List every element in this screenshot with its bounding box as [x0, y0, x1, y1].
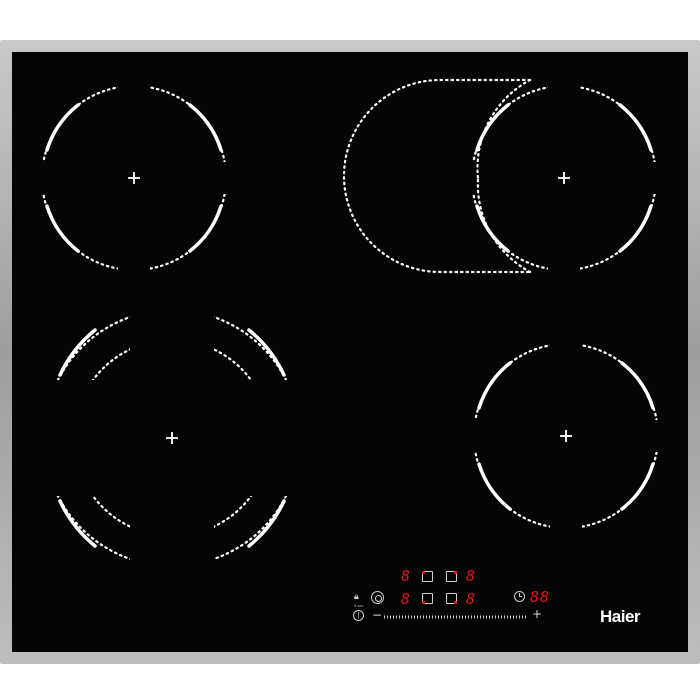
- zone-top-left[interactable]: [40, 84, 230, 274]
- zone-highlight-arc: [620, 361, 655, 410]
- bridge-icon[interactable]: [371, 591, 384, 604]
- power-icon[interactable]: |: [353, 610, 364, 621]
- zone-display-rear-right: 8: [466, 567, 476, 585]
- zone-highlight-arc: [188, 204, 223, 253]
- zone-highlight-arc: [618, 103, 653, 152]
- zone-display-front-right: 8: [466, 590, 476, 608]
- plus-icon[interactable]: +: [532, 607, 542, 621]
- lock-icon[interactable]: 🔒︎: [354, 592, 359, 602]
- zone-highlight-arc: [45, 204, 80, 253]
- zone-indicator-icon[interactable]: [446, 593, 457, 604]
- zone-display-front-left: 8: [401, 590, 411, 608]
- zone-top-right[interactable]: [342, 78, 660, 274]
- timer-display: 88: [530, 588, 551, 606]
- brand-logo: Haier: [600, 607, 641, 626]
- cooking-zones: [30, 78, 662, 619]
- zone-indicator-icon[interactable]: [446, 571, 457, 582]
- zone-highlight-arc: [477, 462, 512, 511]
- lock-caption: 3 sec: [354, 603, 364, 608]
- clock-icon[interactable]: [514, 591, 525, 602]
- zone-highlight-arc: [618, 204, 653, 253]
- zone-highlight-arc: [45, 103, 80, 152]
- zone-highlight-arc: [620, 462, 655, 511]
- minus-icon[interactable]: −: [372, 608, 382, 622]
- zone-indicator-icon[interactable]: [422, 571, 433, 582]
- zone-bottom-left[interactable]: [30, 300, 320, 576]
- zone-bottom-right[interactable]: [470, 340, 662, 532]
- zone-highlight-arc: [477, 361, 512, 410]
- zone-indicator-icon[interactable]: [422, 593, 433, 604]
- zone-display-rear-left: 8: [401, 567, 411, 585]
- zone-highlight-arc: [188, 103, 223, 152]
